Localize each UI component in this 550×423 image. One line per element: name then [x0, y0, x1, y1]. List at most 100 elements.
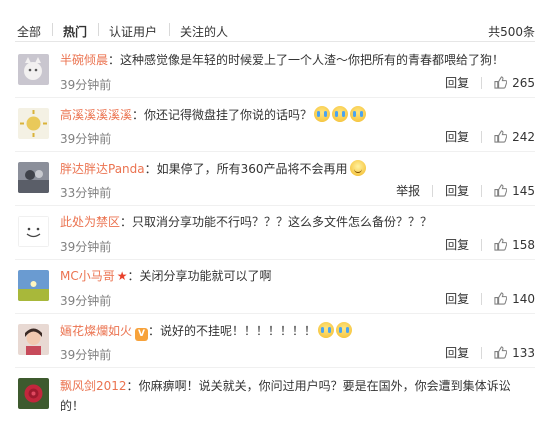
report-button[interactable]: 举报: [396, 182, 420, 199]
action-divider: [481, 76, 483, 89]
tab-divider: [52, 23, 53, 36]
comment-username[interactable]: 此处为禁区: [60, 215, 120, 229]
thumbs-up-icon: [494, 238, 508, 251]
like-count: 265: [512, 75, 535, 90]
colon: ：: [127, 269, 140, 283]
reply-button[interactable]: 回复: [445, 182, 469, 199]
action-divider: [481, 238, 483, 251]
comment-text: 你还记得微盘挂了你说的话吗？: [144, 108, 313, 122]
colon: ：: [126, 379, 139, 393]
thumbs-up-icon: [494, 184, 508, 197]
comment-body: 半碗倾晨：这种感觉像是年轻的时候爱上了一个人渣～你把所有的青春都喂给了狗！: [60, 52, 540, 68]
reply-button[interactable]: 回复: [445, 290, 469, 307]
comment-body: 高溪溪溪溪溪：你还记得微盘挂了你说的话吗？: [60, 106, 540, 123]
comment-time: 33分钟前: [60, 186, 112, 200]
comment-time: 39分钟前: [60, 348, 112, 362]
action-divider: [432, 184, 434, 197]
like-button[interactable]: 242: [494, 130, 535, 144]
comment-body: 此处为禁区：只取消分享功能不行吗？？？这么多文件怎么备份？？？: [60, 214, 540, 230]
reply-button[interactable]: 回复: [445, 236, 469, 253]
colon: ：: [108, 53, 121, 67]
colon: ：: [144, 162, 157, 176]
comment-username[interactable]: 半碗倾晨: [60, 53, 108, 67]
cry-emoji-icon: [314, 106, 331, 122]
colon: ：: [132, 108, 145, 122]
action-divider: [481, 346, 483, 359]
divider: [15, 313, 535, 314]
comment-total-count: 共500条: [488, 25, 535, 39]
like-button[interactable]: 158: [494, 238, 535, 252]
like-button[interactable]: 265: [494, 76, 535, 90]
comment-time: 39分钟前: [60, 240, 112, 254]
comment-actions: 举报 回复 145: [396, 182, 535, 199]
smile-emoji-icon: [349, 160, 366, 176]
comment-filter-tabs: 全部 热门 认证用户 关注的人 共500条: [0, 0, 550, 39]
like-count: 158: [512, 237, 535, 252]
comment-actions: 回复 133: [445, 344, 535, 361]
like-count: 242: [512, 129, 535, 144]
girl-avatar[interactable]: [18, 324, 49, 355]
action-divider: [481, 130, 483, 143]
star-badge-icon: ★: [116, 269, 128, 283]
divider: [15, 367, 535, 368]
tab-following[interactable]: 关注的人: [180, 23, 228, 40]
reply-button[interactable]: 回复: [445, 74, 469, 91]
action-divider: [481, 292, 483, 305]
divider: [15, 41, 535, 42]
comment-body: 胖达胖达Panda：如果停了，所有360产品将不会再用: [60, 160, 540, 177]
sun-avatar[interactable]: [18, 108, 49, 139]
divider: [15, 97, 535, 98]
comment-text: 关闭分享功能就可以了啊: [139, 269, 272, 283]
tab-divider: [169, 23, 170, 36]
tab-divider: [98, 23, 99, 36]
comment-body: MC小马哥 ★：关闭分享功能就可以了啊: [60, 268, 540, 284]
thumbs-up-icon: [494, 130, 508, 143]
like-count: 140: [512, 291, 535, 306]
tab-hot[interactable]: 热门: [63, 23, 87, 40]
field-avatar[interactable]: [18, 270, 49, 301]
like-button[interactable]: 140: [494, 292, 535, 306]
comment-body: 婳花燦爛如火 V ：说好的不挂呢！！！！！！！: [60, 322, 540, 341]
cry-emoji-icon: [318, 322, 335, 338]
comment-time: 39分钟前: [60, 294, 112, 308]
comment-text: 如果停了，所有360产品将不会再用: [156, 162, 348, 176]
cry-emoji-icon: [332, 106, 349, 122]
like-count: 133: [512, 345, 535, 360]
thumbs-up-icon: [494, 346, 508, 359]
comment-username[interactable]: 胖达胖达Panda: [60, 162, 145, 176]
comment-username[interactable]: 高溪溪溪溪溪: [60, 108, 132, 122]
like-count: 145: [512, 183, 535, 198]
comment-time: 39分钟前: [60, 78, 112, 92]
comment-actions: 回复 242: [445, 128, 535, 145]
comment-username[interactable]: MC小马哥: [60, 269, 115, 283]
vip-badge-icon: V: [135, 328, 149, 341]
divider: [15, 205, 535, 206]
comment-username[interactable]: 婳花燦爛如火: [60, 324, 132, 338]
rose-avatar[interactable]: [18, 378, 49, 409]
divider: [15, 151, 535, 152]
tab-all[interactable]: 全部: [17, 23, 41, 40]
like-button[interactable]: 133: [494, 346, 535, 360]
cry-emoji-icon: [336, 322, 353, 338]
comment-actions: 回复 158: [445, 236, 535, 253]
reply-button[interactable]: 回复: [445, 344, 469, 361]
cry-emoji-icon: [350, 106, 367, 122]
gray-avatar[interactable]: [18, 162, 49, 193]
thumbs-up-icon: [494, 76, 508, 89]
reply-button[interactable]: 回复: [445, 128, 469, 145]
cat-avatar[interactable]: [18, 54, 49, 85]
colon: ：: [120, 215, 133, 229]
tab-verified-users[interactable]: 认证用户: [109, 23, 157, 40]
comment-username[interactable]: 飘风剑2012: [60, 379, 127, 393]
colon: ：: [148, 324, 161, 338]
comment-actions: 回复 140: [445, 290, 535, 307]
like-button[interactable]: 145: [494, 184, 535, 198]
action-divider: [481, 184, 483, 197]
comment-body: 飘风剑2012：你麻痹啊！说关就关，你问过用户吗？要是在国外，你会遭到集体诉讼的…: [60, 376, 530, 416]
thumbs-up-icon: [494, 292, 508, 305]
divider: [15, 259, 535, 260]
comment-text: 只取消分享功能不行吗？？？这么多文件怎么备份？？？: [132, 215, 433, 229]
comment-text: 这种感觉像是年轻的时候爱上了一个人渣～你把所有的青春都喂给了狗！: [120, 53, 505, 67]
comment-text: 说好的不挂呢！！！！！！！: [160, 324, 317, 338]
smiley-avatar[interactable]: [18, 216, 49, 247]
